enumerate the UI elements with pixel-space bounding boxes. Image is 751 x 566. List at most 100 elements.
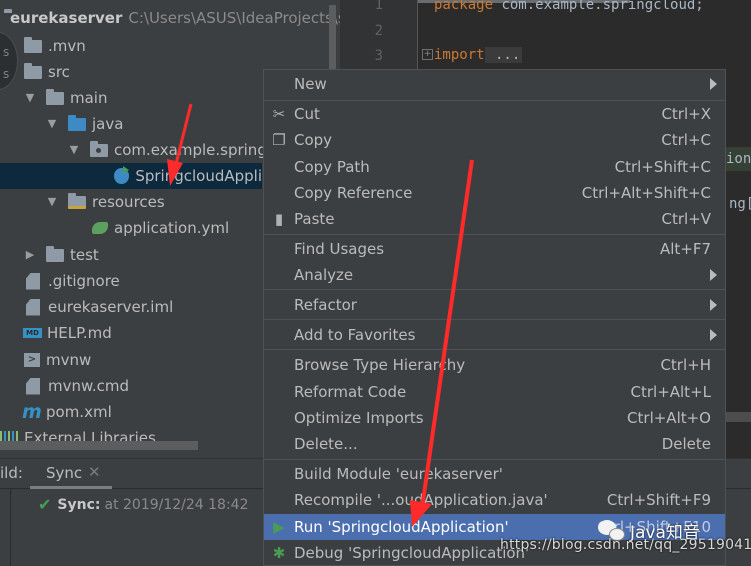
menu-separator — [264, 319, 725, 320]
tree-item-label: HELP.md — [47, 324, 112, 342]
tree-root[interactable]: eurekaserver C:\Users\ASUS\IdeaProjects\… — [0, 5, 340, 31]
menu-item-copy-path[interactable]: Copy Path Ctrl+Shift+C — [264, 154, 725, 180]
root-path: C:\Users\ASUS\IdeaProjects\s — [128, 9, 340, 27]
tree-item-label: java — [92, 115, 124, 133]
build-label: ild: — [0, 464, 23, 482]
menu-item-label: Add to Favorites — [294, 326, 416, 344]
menu-item-cut[interactable]: ✂ Cut Ctrl+X — [264, 101, 725, 127]
code-line-3: import ... — [434, 47, 523, 63]
tree-item-label: pom.xml — [46, 403, 112, 421]
folder-icon — [24, 62, 42, 79]
url-watermark: https://blog.csdn.net/qq_29519041 — [500, 537, 751, 553]
menu-item-browse-type-hierarchy[interactable]: Browse Type Hierarchy Ctrl+H — [264, 352, 725, 378]
menu-item-shortcut: Ctrl+C — [661, 131, 711, 149]
line-number: 1 — [374, 0, 383, 13]
tree-item-label: resources — [92, 193, 165, 211]
line-number: 3 — [374, 48, 383, 64]
scissors-icon: ✂ — [272, 105, 286, 123]
fold-expand-icon[interactable]: + — [422, 49, 433, 60]
menu-item-label: Optimize Imports — [294, 409, 424, 427]
collapse-arrow-icon[interactable]: ▶ — [24, 249, 36, 261]
expand-arrow-icon[interactable]: ▼ — [46, 196, 58, 208]
menu-item-label: Run 'SpringcloudApplication' — [294, 518, 509, 536]
menu-item-label: Delete... — [294, 435, 358, 453]
menu-item-shortcut: Ctrl+Alt+Shift+C — [581, 184, 711, 202]
divider — [10, 489, 11, 566]
maven-icon: m — [22, 401, 42, 423]
menu-separator — [264, 459, 725, 460]
expand-arrow-icon[interactable]: ▼ — [68, 144, 80, 156]
menu-item-new[interactable]: New — [264, 71, 725, 97]
menu-item-refactor[interactable]: Refactor — [264, 292, 725, 318]
module-file-icon — [26, 298, 40, 316]
sync-time: at 2019/12/24 18:42 — [104, 496, 249, 513]
folder-icon — [46, 88, 64, 105]
menu-item-analyze[interactable]: Analyze — [264, 262, 725, 288]
menu-item-recompile[interactable]: Recompile '...oudApplication.java' Ctrl+… — [264, 487, 725, 513]
menu-item-shortcut: Ctrl+Alt+O — [627, 409, 711, 427]
sync-result[interactable]: ✔ Sync: at 2019/12/24 18:42 — [38, 495, 249, 514]
debug-icon: ✱ — [272, 544, 286, 562]
menu-item-shortcut: Ctrl+Shift+C — [614, 158, 711, 176]
root-name: eurekaserver — [10, 9, 123, 27]
menu-item-shortcut: Ctrl+V — [661, 210, 711, 228]
menu-item-label: Copy Path — [294, 158, 370, 176]
submenu-arrow-icon — [710, 269, 717, 281]
menu-separator — [264, 234, 725, 235]
menu-item-optimize-imports[interactable]: Optimize Imports Ctrl+Alt+O — [264, 405, 725, 431]
menu-item-label: Build Module 'eurekaserver' — [294, 465, 503, 483]
shell-script-icon: > — [24, 353, 40, 367]
menu-item-shortcut: Ctrl+X — [661, 105, 711, 123]
menu-item-label: Paste — [294, 210, 335, 228]
menu-item-shortcut: Ctrl+Alt+L — [630, 383, 712, 401]
menu-item-shortcut: Alt+F7 — [659, 240, 711, 258]
tree-item-label: SpringcloudAppli — [135, 167, 262, 185]
tree-item-label: application.yml — [114, 219, 230, 237]
close-icon[interactable]: ✕ — [88, 463, 101, 481]
menu-item-label: Cut — [294, 105, 320, 123]
tree-item-label: .gitignore — [48, 272, 120, 290]
package-icon — [90, 140, 108, 157]
ignore-file-icon — [26, 272, 40, 290]
spring-boot-class-icon — [114, 166, 130, 184]
line-number: 2 — [374, 23, 383, 39]
menu-item-reformat-code[interactable]: Reformat Code Ctrl+Alt+L — [264, 379, 725, 405]
tree-item-label: src — [48, 63, 70, 81]
tree-item-label: com.example.springc — [114, 141, 276, 159]
expand-arrow-icon[interactable]: ▼ — [46, 118, 58, 130]
menu-item-label: Debug 'SpringcloudApplication' — [294, 544, 530, 562]
expand-arrow-icon[interactable]: ▼ — [24, 92, 36, 104]
editor-scrollbar[interactable] — [726, 412, 751, 422]
tab-sync[interactable]: Sync ✕ — [30, 459, 112, 489]
submenu-arrow-icon — [710, 299, 717, 311]
checkmark-icon: ✔ — [38, 495, 52, 514]
menu-item-label: Browse Type Hierarchy — [294, 356, 466, 374]
text-file-icon — [26, 377, 40, 395]
menu-item-paste[interactable]: ▮ Paste Ctrl+V — [264, 206, 725, 232]
menu-item-copy-reference[interactable]: Copy Reference Ctrl+Alt+Shift+C — [264, 180, 725, 206]
menu-item-label: Recompile '...oudApplication.java' — [294, 491, 548, 509]
dial-label-top: s — [3, 45, 10, 59]
folder-icon — [24, 36, 42, 53]
menu-item-build-module[interactable]: Build Module 'eurekaserver' — [264, 461, 725, 487]
sync-title: Sync: — [57, 496, 101, 513]
menu-item-add-to-favorites[interactable]: Add to Favorites — [264, 322, 725, 348]
folder-icon — [46, 245, 64, 262]
copy-icon: ❐ — [272, 131, 286, 149]
menu-separator — [264, 289, 725, 290]
menu-item-find-usages[interactable]: Find Usages Alt+F7 — [264, 236, 725, 262]
tab-label: Sync — [46, 464, 83, 482]
menu-item-delete[interactable]: Delete... Delete — [264, 431, 725, 457]
run-icon: ▶ — [273, 518, 285, 536]
menu-item-shortcut: Ctrl+H — [660, 356, 711, 374]
tree-item-selected[interactable]: SpringcloudAppli — [0, 163, 262, 189]
horizontal-scrollbar[interactable] — [0, 441, 198, 450]
tree-item[interactable]: .mvn — [0, 33, 340, 59]
submenu-arrow-icon — [710, 78, 717, 90]
tree-item-label: main — [70, 89, 108, 107]
code-line-1: package com.example.springcloud; — [434, 0, 704, 13]
menu-item-copy[interactable]: ❐ Copy Ctrl+C — [264, 127, 725, 153]
menu-separator — [264, 349, 725, 350]
dial-label-bottom: s — [3, 67, 10, 81]
tree-item-label: mvnw.cmd — [48, 377, 130, 395]
